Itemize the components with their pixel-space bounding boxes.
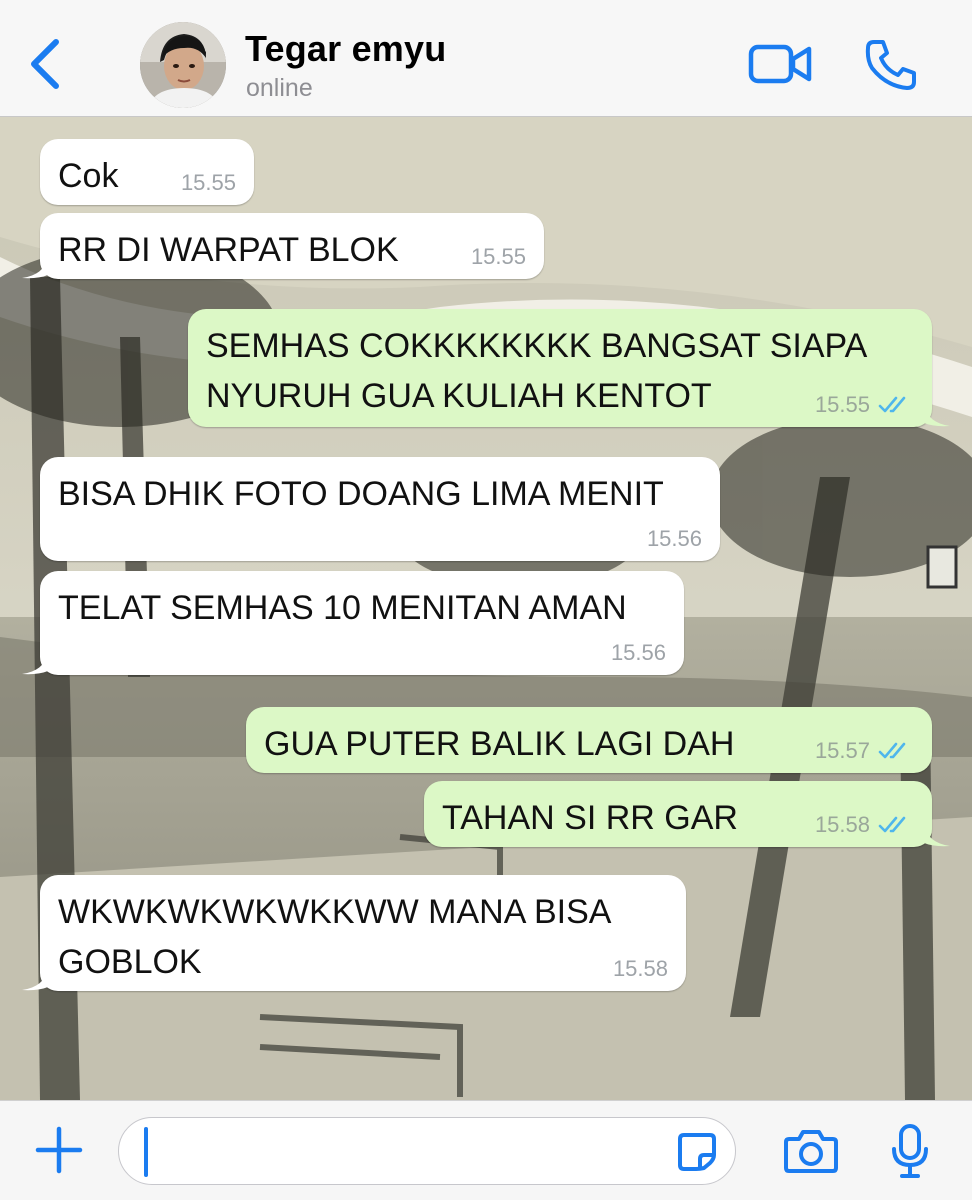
- plus-icon[interactable]: [34, 1125, 84, 1175]
- message-timestamp: 15.56: [610, 640, 666, 665]
- microphone-icon[interactable]: [890, 1123, 930, 1179]
- message-text: TELAT SEMHAS 10 MENITAN AMAN: [58, 589, 627, 627]
- message-timestamp: 15.55: [470, 244, 526, 269]
- message-text: SEMHAS COKKKKKKKK BANGSAT SIAPA NYURUH G…: [206, 327, 868, 415]
- message-timestamp: 15.58: [612, 956, 668, 981]
- incoming-message[interactable]: RR DI WARPAT BLOK 15.55: [22, 213, 544, 279]
- contact-avatar[interactable]: [140, 22, 226, 108]
- outgoing-message[interactable]: TAHAN SI RR GAR 15.58: [424, 781, 950, 847]
- phone-call-icon[interactable]: [864, 38, 918, 92]
- message-text: WKWKWKWKWKKWW MANA BISA GOBLOK: [58, 893, 612, 981]
- bubble-tail: [22, 257, 48, 279]
- message-timestamp: 15.55: [814, 392, 870, 417]
- read-receipt-icon: [878, 742, 906, 759]
- bubble-tail: [924, 405, 950, 427]
- chat-header: Tegar emyu online: [0, 0, 972, 117]
- message-input[interactable]: [118, 1117, 736, 1185]
- incoming-message[interactable]: Cok 15.55: [40, 139, 254, 205]
- message-timestamp: 15.57: [814, 738, 870, 763]
- message-timestamp: 15.56: [646, 526, 702, 551]
- incoming-message[interactable]: BISA DHIK FOTO DOANG LIMA MENIT 15.56: [40, 457, 720, 561]
- bubble-tail: [924, 825, 950, 847]
- camera-icon[interactable]: [783, 1127, 839, 1175]
- outgoing-message[interactable]: GUA PUTER BALIK LAGI DAH 15.57: [246, 707, 932, 773]
- message-timestamp: 15.58: [814, 812, 870, 837]
- message-timestamp: 15.55: [180, 170, 236, 195]
- text-caret: [144, 1127, 148, 1177]
- message-text: RR DI WARPAT BLOK: [58, 231, 399, 269]
- incoming-message[interactable]: TELAT SEMHAS 10 MENITAN AMAN 15.56: [22, 571, 684, 675]
- sticker-icon[interactable]: [676, 1131, 718, 1173]
- chat-area[interactable]: Cok 15.55 RR DI WARPAT BLOK 15.55 SEMHAS COK…: [0, 117, 972, 1100]
- outgoing-message[interactable]: SEMHAS COKKKKKKKK BANGSAT SIAPA NYURUH G…: [188, 309, 950, 427]
- video-call-icon[interactable]: [748, 42, 812, 86]
- read-receipt-icon: [878, 816, 906, 833]
- composer-bar: [0, 1100, 972, 1200]
- back-chevron-icon[interactable]: [26, 36, 66, 92]
- contact-status: online: [246, 74, 313, 102]
- contact-name[interactable]: Tegar emyu: [245, 28, 446, 70]
- bubble-tail: [22, 969, 48, 991]
- bubble-tail: [22, 653, 48, 675]
- message-text: BISA DHIK FOTO DOANG LIMA MENIT: [58, 475, 664, 513]
- incoming-message[interactable]: WKWKWKWKWKKWW MANA BISA GOBLOK 15.58: [22, 875, 686, 991]
- read-receipt-icon: [878, 396, 906, 413]
